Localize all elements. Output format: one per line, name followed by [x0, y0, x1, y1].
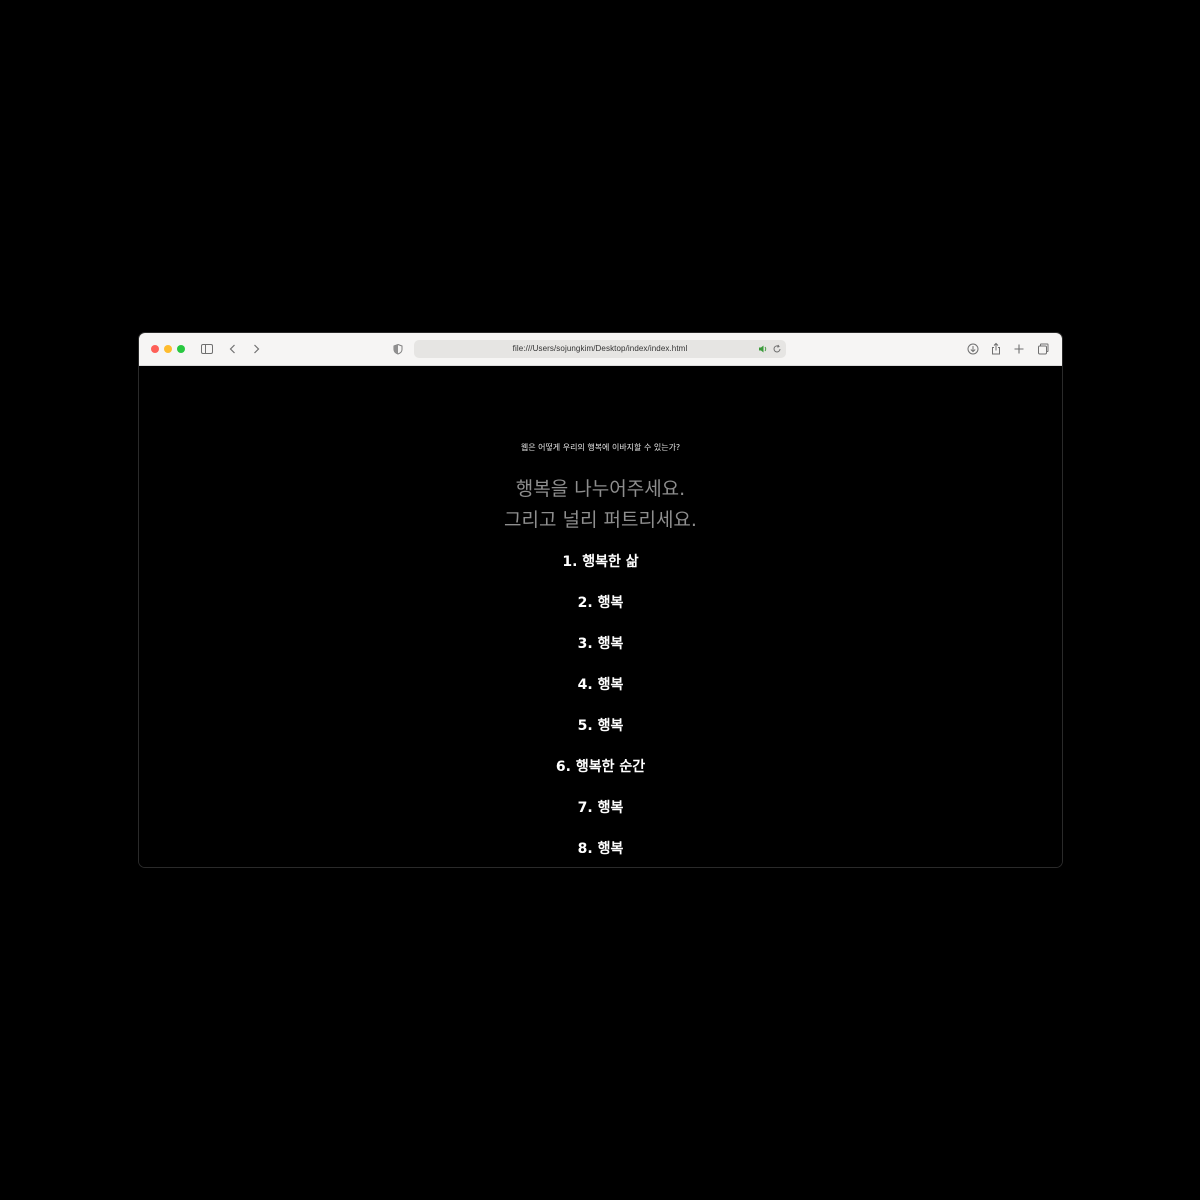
list-item[interactable]: 7. 행복 [139, 798, 1062, 818]
list-item[interactable]: 4. 행복 [139, 675, 1062, 695]
close-window-button[interactable] [151, 345, 159, 353]
headline-line-2: 그리고 널리 퍼트리세요. [504, 509, 697, 531]
browser-toolbar: file:///Users/sojungkim/Desktop/index/in… [139, 333, 1062, 366]
browser-window: file:///Users/sojungkim/Desktop/index/in… [139, 333, 1062, 867]
maximize-window-button[interactable] [177, 345, 185, 353]
tab-overview-icon[interactable] [1036, 341, 1050, 357]
headline-line-1: 행복을 나누어주세요. [515, 478, 686, 500]
url-text: file:///Users/sojungkim/Desktop/index/in… [512, 344, 688, 353]
list-item[interactable]: 3. 행복 [139, 634, 1062, 654]
address-bar[interactable]: file:///Users/sojungkim/Desktop/index/in… [414, 340, 786, 358]
shield-icon[interactable] [392, 341, 404, 357]
list-item[interactable]: 1. 행복한 삶 [139, 552, 1062, 572]
chevron-right-icon[interactable] [250, 341, 262, 357]
sidebar-icon[interactable] [200, 341, 214, 357]
list-item[interactable]: 5. 행복 [139, 716, 1062, 736]
download-icon[interactable] [966, 341, 980, 357]
page-question: 웹은 어떻게 우리의 행복에 이바지할 수 있는가? [520, 443, 681, 452]
speaker-icon[interactable] [757, 341, 769, 357]
minimize-window-button[interactable] [164, 345, 172, 353]
share-icon[interactable] [989, 341, 1003, 357]
plus-icon[interactable] [1012, 341, 1026, 357]
list-item[interactable]: 2. 행복 [139, 593, 1062, 613]
list-item[interactable]: 8. 행복 [139, 839, 1062, 859]
page-content: 웹은 어떻게 우리의 행복에 이바지할 수 있는가? 행복을 나누어주세요. 그… [139, 366, 1062, 867]
reload-icon[interactable] [771, 341, 783, 357]
chevron-left-icon[interactable] [227, 341, 239, 357]
list-item[interactable]: 6. 행복한 순간 [139, 757, 1062, 777]
